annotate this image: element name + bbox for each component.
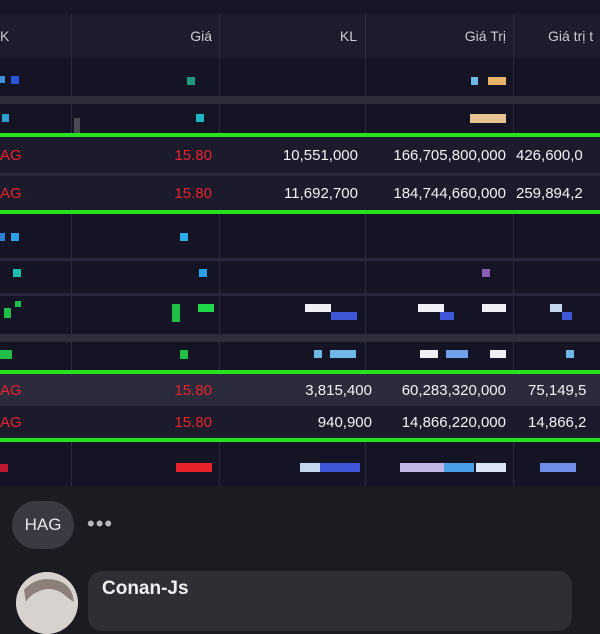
censored-block: [440, 312, 454, 320]
total-value-cell: 75,149,5: [528, 381, 587, 399]
censored-block: [13, 269, 21, 277]
table-row[interactable]: [0, 261, 600, 293]
row-separator: [0, 96, 600, 104]
symbol-cell: AG: [0, 381, 22, 399]
table-header: K Giá KL Giá Trị Giá trị t: [0, 14, 600, 58]
table-row[interactable]: [0, 342, 600, 370]
censored-block: [446, 350, 468, 358]
trading-table: K Giá KL Giá Trị Giá trị t AG 15.80 10,5…: [0, 0, 600, 486]
price-cell: 15.80: [174, 413, 212, 431]
table-row[interactable]: AG 15.80 11,692,700 184,744,660,000 259,…: [0, 176, 600, 210]
censored-block: [566, 350, 574, 358]
table-row[interactable]: AG 15.80 940,900 14,866,220,000 14,866,2: [0, 406, 600, 438]
volume-cell: 10,551,000: [282, 146, 358, 164]
volume-cell: 3,815,400: [305, 381, 372, 399]
price-cell: 15.80: [174, 146, 212, 164]
value-cell: 166,705,800,000: [393, 146, 506, 164]
censored-block: [2, 114, 9, 122]
stock-tag-chip[interactable]: HAG: [12, 501, 74, 549]
total-value-cell: 259,894,2: [516, 184, 583, 202]
censored-block: [482, 304, 506, 312]
censored-block: [488, 77, 506, 85]
censored-block: [540, 463, 576, 472]
censored-block: [0, 233, 5, 241]
censored-block: [11, 76, 19, 84]
avatar[interactable]: [16, 572, 78, 634]
symbol-cell: AG: [0, 184, 22, 202]
censored-block: [11, 233, 19, 241]
header-volume: KL: [339, 28, 357, 44]
censored-block: [0, 350, 12, 359]
censored-block: [4, 308, 11, 318]
censored-block: [476, 463, 506, 472]
value-cell: 60,283,320,000: [401, 381, 506, 399]
censored-block: [490, 350, 506, 358]
censored-block: [180, 233, 188, 241]
censored-block: [562, 312, 572, 320]
table-row[interactable]: [0, 60, 600, 186]
table-row[interactable]: [0, 104, 600, 134]
censored-block: [196, 114, 204, 122]
price-cell: 15.80: [174, 184, 212, 202]
total-value-cell: 14,866,2: [528, 413, 587, 431]
header-price: Giá: [190, 28, 212, 44]
censored-block: [444, 463, 474, 472]
censored-block: [187, 77, 195, 85]
volume-cell: 940,900: [317, 413, 372, 431]
censored-block: [470, 114, 506, 123]
table-row[interactable]: [0, 214, 600, 258]
censored-block: [176, 463, 212, 472]
censored-block: [550, 304, 562, 312]
symbol-cell: AG: [0, 146, 22, 164]
header-symbol: K: [0, 28, 10, 44]
header-total-value: Giá trị t: [548, 28, 594, 44]
censored-block: [331, 312, 357, 320]
censored-block: [199, 269, 207, 277]
table-row[interactable]: [0, 296, 600, 334]
avatar-image: [16, 572, 78, 634]
censored-block: [0, 464, 8, 472]
censored-block: [482, 269, 490, 277]
symbol-cell: AG: [0, 413, 22, 431]
censored-block: [305, 304, 331, 312]
censored-block: [198, 304, 214, 312]
censored-block: [300, 463, 320, 472]
table-top-strip: [0, 0, 600, 14]
more-options-icon[interactable]: •••: [87, 511, 113, 537]
censored-block: [15, 301, 21, 307]
commenter-name[interactable]: Conan-Js: [102, 578, 189, 600]
censored-block: [320, 463, 360, 472]
censored-block: [0, 76, 5, 83]
row-separator: [0, 334, 600, 342]
censored-block: [330, 350, 356, 358]
price-cell: 15.80: [174, 381, 212, 399]
censored-block: [314, 350, 322, 358]
volume-cell: 11,692,700: [284, 184, 358, 202]
censored-block: [400, 463, 444, 472]
header-value: Giá Trị: [464, 28, 506, 44]
table-row[interactable]: [0, 442, 600, 486]
value-cell: 14,866,220,000: [401, 413, 506, 431]
censored-block: [420, 350, 438, 358]
censored-block: [172, 304, 180, 322]
censored-block: [471, 77, 478, 85]
value-cell: 184,744,660,000: [393, 184, 506, 202]
total-value-cell: 426,600,0: [516, 146, 583, 164]
table-row[interactable]: AG 15.80 3,815,400 60,283,320,000 75,149…: [0, 374, 600, 406]
censored-block: [418, 304, 444, 312]
table-row[interactable]: AG 15.80 10,551,000 166,705,800,000 426,…: [0, 137, 600, 173]
censored-block: [180, 350, 188, 359]
